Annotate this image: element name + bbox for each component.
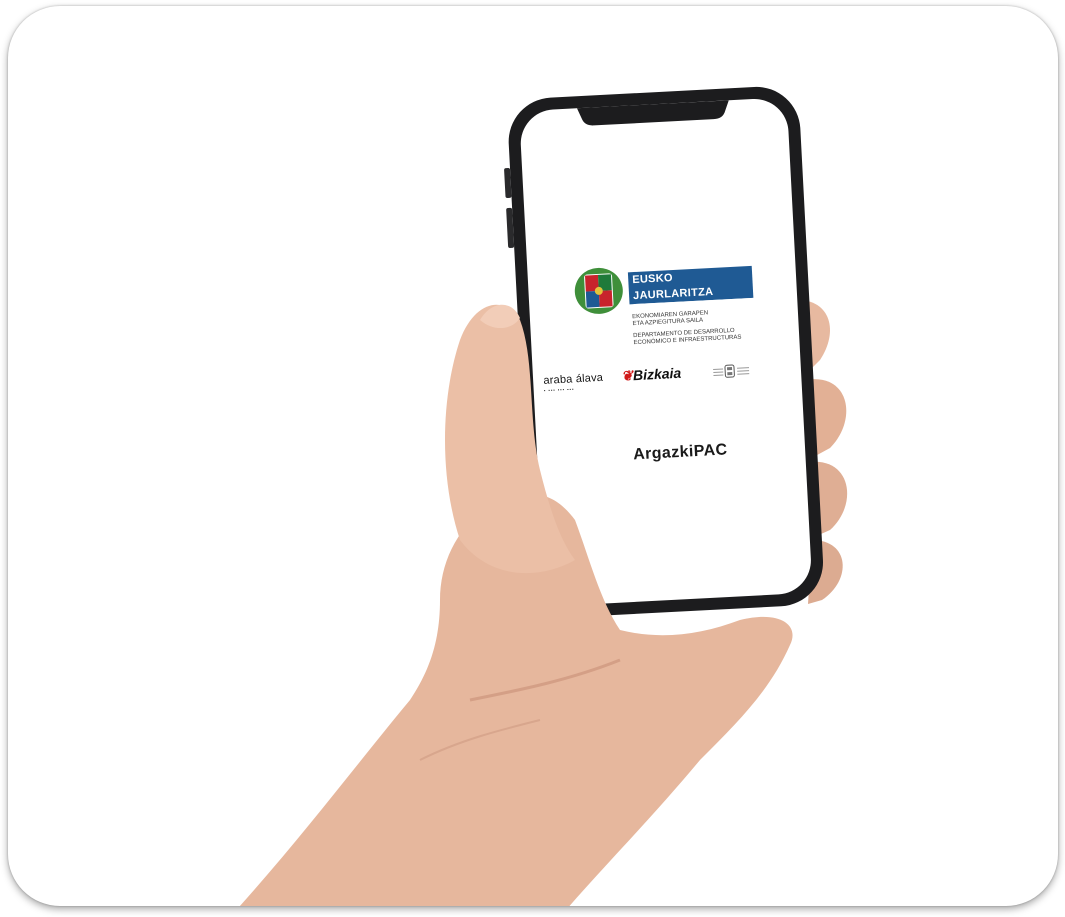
araba-logo-subtext: ▪ ▪▪▪ ▪▪▪ ▪▪▪ bbox=[543, 386, 575, 393]
partner-logos-row: araba álava ▪ ▪▪▪ ▪▪▪ ▪▪▪ ❦Bizkaia bbox=[543, 359, 774, 395]
basque-government-logo: EUSKO JAURLARITZA GOBIERNO VASCO EKONOMI… bbox=[572, 257, 766, 347]
basque-government-title: EUSKO JAURLARITZA GOBIERNO VASCO bbox=[627, 265, 755, 322]
image-frame: EUSKO JAURLARITZA GOBIERNO VASCO EKONOMI… bbox=[8, 6, 1058, 906]
araba-logo: araba álava bbox=[543, 371, 604, 387]
department-name: EKONOMIAREN GARAPEN ETA AZPIEGITURA SAIL… bbox=[632, 307, 774, 347]
gipuzkoa-emblem-icon bbox=[713, 364, 750, 378]
bizkaia-logo: ❦Bizkaia bbox=[621, 365, 682, 385]
app-name: ArgazkiPAC bbox=[632, 441, 728, 464]
basque-crest-icon bbox=[574, 267, 623, 314]
phone-in-hand-scene: EUSKO JAURLARITZA GOBIERNO VASCO EKONOMI… bbox=[8, 6, 1058, 906]
splash-screen: EUSKO JAURLARITZA GOBIERNO VASCO EKONOMI… bbox=[528, 103, 823, 596]
bizkaia-logo-text: Bizkaia bbox=[632, 364, 682, 384]
bizkaia-mark-icon: ❦ bbox=[620, 367, 634, 384]
